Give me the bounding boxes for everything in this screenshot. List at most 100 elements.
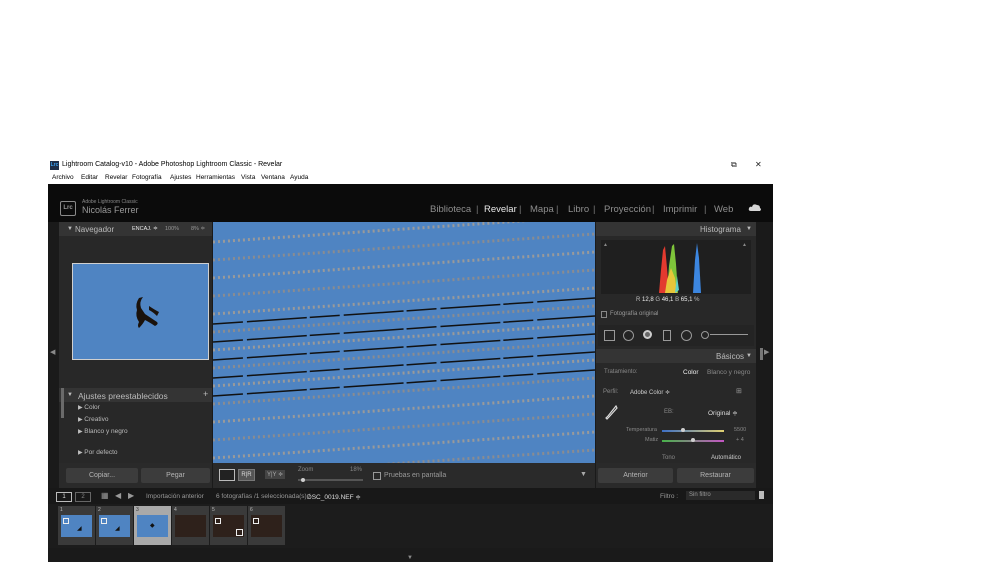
- collapse-bottom-icon[interactable]: ▼: [407, 555, 413, 561]
- add-preset-button[interactable]: +: [203, 389, 208, 399]
- menu-ajustes[interactable]: Ajustes: [170, 174, 191, 181]
- menu-fotografia[interactable]: Fotografía: [132, 174, 162, 181]
- reset-button[interactable]: Restaurar: [677, 468, 754, 483]
- module-web[interactable]: Web: [714, 204, 733, 215]
- treatment-color-option[interactable]: Color: [683, 369, 699, 376]
- tint-knob[interactable]: [691, 438, 695, 442]
- module-biblioteca[interactable]: Biblioteca: [430, 204, 471, 215]
- left-scrollbar[interactable]: [61, 388, 64, 418]
- crop-tool-icon[interactable]: [604, 330, 615, 341]
- main-image-view[interactable]: [213, 222, 595, 463]
- copy-button[interactable]: Copiar...: [66, 468, 138, 483]
- basics-header[interactable]: Básicos ▼: [596, 349, 756, 363]
- filter-dropdown[interactable]: Sin filtro: [686, 491, 755, 500]
- eyedropper-icon[interactable]: [604, 405, 618, 421]
- wb-dropdown[interactable]: Original ≑: [708, 409, 738, 417]
- zoom-slider-knob[interactable]: [301, 478, 305, 482]
- wb-label: EB:: [664, 409, 674, 415]
- treatment-bw-option[interactable]: Blanco y negro: [707, 369, 750, 376]
- menu-vista[interactable]: Vista: [241, 174, 255, 181]
- module-imprimir[interactable]: Imprimir: [663, 204, 697, 215]
- source-label[interactable]: Importación anterior: [146, 493, 204, 500]
- close-icon[interactable]: ✕: [755, 160, 762, 169]
- forward-arrow-icon[interactable]: ▶: [128, 491, 134, 500]
- menu-editar[interactable]: Editar: [81, 174, 98, 181]
- menu-herramientas[interactable]: Herramientas: [196, 174, 235, 181]
- restore-icon[interactable]: ⧉: [731, 160, 737, 170]
- filmstrip-thumb[interactable]: 6: [248, 506, 285, 545]
- menu-archivo[interactable]: Archivo: [52, 174, 74, 181]
- collapse-left-icon[interactable]: ◀: [50, 348, 55, 356]
- original-photo-checkbox[interactable]: [601, 311, 607, 318]
- tint-value[interactable]: + 4: [736, 437, 744, 443]
- zoom-percent-option[interactable]: 8% ≑: [191, 226, 205, 232]
- highlight-clipping-icon[interactable]: ▲: [742, 242, 747, 248]
- profile-browser-icon[interactable]: ⊞: [736, 387, 746, 396]
- preset-group-creativo[interactable]: ▶ Creativo: [78, 416, 109, 423]
- filmstrip-thumb[interactable]: 2 ◢: [96, 506, 133, 545]
- preset-group-color[interactable]: ▶ Color: [78, 404, 100, 411]
- filmstrip-thumb[interactable]: 5: [210, 506, 247, 545]
- temperature-value[interactable]: 5500: [734, 427, 746, 433]
- monitor-2-button[interactable]: 2: [75, 492, 91, 502]
- filmstrip-thumb-selected[interactable]: 3 ◆: [134, 506, 171, 545]
- soft-proof-checkbox[interactable]: [373, 472, 381, 480]
- paste-button[interactable]: Pegar: [141, 468, 210, 483]
- menu-revelar[interactable]: Revelar: [105, 174, 127, 181]
- navigator-header[interactable]: ▼ Navegador ENCAJ. ≑ 100% 8% ≑: [59, 222, 212, 236]
- previous-button[interactable]: Anterior: [598, 468, 673, 483]
- navigator-preview[interactable]: [72, 263, 209, 360]
- window-title: Lightroom Catalog-v10 - Adobe Photoshop …: [62, 161, 283, 168]
- basics-triangle-icon[interactable]: ▼: [746, 353, 752, 359]
- menu-ventana[interactable]: Ventana: [261, 174, 285, 181]
- filter-label: Filtro :: [660, 493, 679, 500]
- graduated-filter-icon[interactable]: [663, 330, 671, 341]
- temperature-slider[interactable]: [662, 430, 724, 432]
- user-name: Nicolás Ferrer: [82, 205, 139, 215]
- back-arrow-icon[interactable]: ◀: [115, 491, 121, 500]
- zoom-slider[interactable]: [298, 479, 363, 481]
- brush-slider[interactable]: [710, 334, 748, 335]
- radial-filter-icon[interactable]: [681, 330, 692, 341]
- right-scrollbar[interactable]: [760, 348, 763, 360]
- toolbar-menu-icon[interactable]: ▼: [580, 471, 587, 478]
- filmstrip-thumb[interactable]: 1 ◢: [58, 506, 95, 545]
- profile-dropdown[interactable]: Adobe Color ≑: [630, 389, 670, 396]
- tool-strip: [598, 325, 754, 346]
- brush-tool-icon[interactable]: [701, 331, 709, 339]
- window-titlebar: Lrc Lightroom Catalog-v10 - Adobe Photos…: [48, 159, 773, 173]
- red-eye-icon[interactable]: [643, 330, 652, 339]
- collapse-triangle-icon[interactable]: ▼: [67, 226, 73, 232]
- collapse-right-icon[interactable]: ▶: [764, 348, 769, 356]
- histogram-triangle-icon[interactable]: ▼: [746, 226, 752, 232]
- zoom-value: 18%: [350, 467, 363, 473]
- preset-group-default[interactable]: ▶ Por defecto: [78, 449, 118, 456]
- filename-dropdown[interactable]: DSC_0019.NEF ≑: [307, 493, 361, 501]
- filmstrip-thumb[interactable]: 4: [172, 506, 209, 545]
- presets-header[interactable]: ▼ Ajustes preestablecidos +: [59, 388, 212, 402]
- module-revelar[interactable]: Revelar: [484, 204, 517, 215]
- loupe-view-icon[interactable]: [219, 469, 235, 481]
- preset-group-bw[interactable]: ▶ Blanco y negro: [78, 428, 128, 435]
- filter-lock-icon[interactable]: [759, 491, 764, 499]
- original-photo-label: Fotografía original: [610, 311, 659, 317]
- histogram-header[interactable]: Histograma ▼: [596, 222, 756, 236]
- yy-view-button[interactable]: Y|Y ≑: [265, 470, 286, 479]
- cloud-icon[interactable]: [748, 203, 762, 212]
- spot-removal-icon[interactable]: [623, 330, 634, 341]
- photo-canvas: [213, 222, 595, 463]
- monitor-1-button[interactable]: 1: [56, 492, 72, 502]
- xy-view-icon[interactable]: R|R: [238, 469, 255, 481]
- shadow-clipping-icon[interactable]: ▲: [603, 242, 608, 248]
- auto-button[interactable]: Automático: [711, 455, 741, 461]
- menu-ayuda[interactable]: Ayuda: [290, 174, 308, 181]
- zoom-fit-option[interactable]: ENCAJ. ≑: [132, 226, 158, 232]
- grid-icon[interactable]: ▦: [101, 491, 109, 500]
- temperature-knob[interactable]: [681, 428, 685, 432]
- histogram-graph[interactable]: ▲ ▲: [601, 240, 751, 294]
- presets-triangle-icon[interactable]: ▼: [67, 392, 73, 398]
- module-libro[interactable]: Libro: [568, 204, 589, 215]
- module-proyeccion[interactable]: Proyección: [604, 204, 651, 215]
- module-mapa[interactable]: Mapa: [530, 204, 554, 215]
- zoom-100-option[interactable]: 100%: [165, 226, 179, 232]
